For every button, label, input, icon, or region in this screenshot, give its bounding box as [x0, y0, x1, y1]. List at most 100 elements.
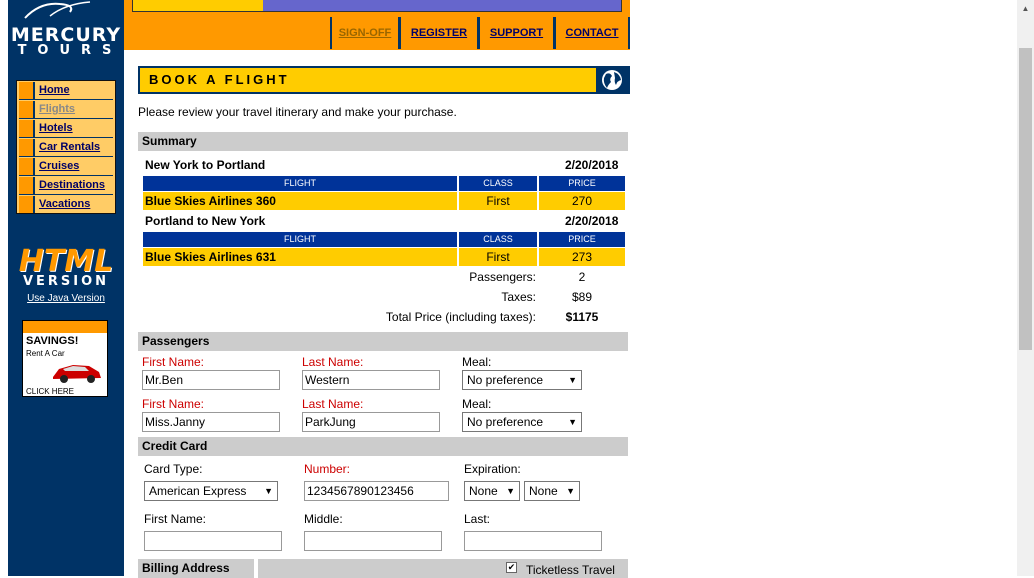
passenger1-last-input[interactable]: Western	[302, 370, 440, 390]
nav-flights-link[interactable]: Flights	[39, 103, 75, 115]
passenger1-first-input[interactable]: Mr.Ben	[142, 370, 280, 390]
leg1-class: First	[459, 192, 537, 210]
credit-card-header-bar	[138, 437, 628, 456]
nav-car-rentals-link[interactable]: Car Rentals	[39, 141, 100, 153]
taxes-label: Taxes:	[501, 290, 536, 304]
banner-image	[132, 0, 622, 12]
leg2-flight: Blue Skies Airlines 631	[143, 248, 457, 266]
globe-icon	[596, 68, 628, 92]
card-type-value: American Express	[149, 484, 247, 498]
expiration-month-value: None	[469, 484, 498, 498]
leg1-date: 2/20/2018	[565, 158, 619, 172]
expiration-year-select[interactable]: None ▼	[524, 481, 580, 501]
cc-middle-name-input[interactable]	[304, 531, 442, 551]
car-rental-ad[interactable]: SAVINGS! Rent A Car CLICK HERE	[22, 320, 108, 397]
cc-last-name-input[interactable]	[464, 531, 602, 551]
passenger2-last-input[interactable]: ParkJung	[302, 412, 440, 432]
leg1-flight-col: FLIGHT	[143, 176, 457, 191]
summary-heading: Summary	[142, 134, 197, 148]
leg1-price: 270	[539, 192, 625, 210]
passenger2-first-input[interactable]: Miss.Janny	[142, 412, 280, 432]
leg2-date: 2/20/2018	[565, 214, 619, 228]
passengers-count: 2	[578, 270, 586, 284]
ad-subtitle: Rent A Car	[26, 349, 65, 358]
use-java-version-link[interactable]: Use Java Version	[8, 293, 124, 304]
sign-off-link[interactable]: SIGN-OFF	[330, 17, 399, 49]
contact-link[interactable]: CONTACT	[554, 17, 630, 49]
leg1-price-col: PRICE	[539, 176, 625, 191]
total-price-value: $1175	[565, 310, 599, 324]
cc-first-name-label: First Name:	[144, 512, 207, 526]
passenger2-meal-select[interactable]: No preference ▼	[462, 412, 582, 432]
nav-vacations-link[interactable]: Vacations	[39, 198, 90, 210]
scrollbar-thumb[interactable]	[1019, 48, 1032, 350]
nav-item-vacations[interactable]: Vacations	[19, 196, 113, 213]
ad-title: SAVINGS!	[26, 335, 79, 347]
page-title: BOOK A FLIGHT	[149, 72, 290, 87]
chevron-down-icon: ▼	[506, 486, 515, 496]
passenger2-meal-value: No preference	[467, 415, 544, 429]
taxes-value: $89	[571, 290, 593, 304]
nav-menu: Home Flights Hotels Car Rentals Cruises …	[16, 80, 116, 214]
passengers-heading: Passengers	[142, 334, 210, 348]
logo-tours[interactable]: TOURS	[8, 43, 124, 58]
chevron-down-icon: ▼	[566, 486, 575, 496]
leg1-class-col: CLASS	[459, 176, 537, 191]
leg2-class-col: CLASS	[459, 232, 537, 247]
expiration-year-value: None	[529, 484, 558, 498]
leg2-flight-col: FLIGHT	[143, 232, 457, 247]
passenger1-last-label: Last Name:	[302, 355, 364, 369]
scroll-up-icon[interactable]: ▲	[1017, 0, 1034, 17]
passenger1-first-label: First Name:	[142, 355, 205, 369]
chevron-down-icon: ▼	[568, 375, 577, 385]
card-number-input[interactable]: 1234567890123456	[304, 481, 449, 501]
nav-item-car-rentals[interactable]: Car Rentals	[19, 139, 113, 157]
nav-cruises-link[interactable]: Cruises	[39, 160, 79, 172]
expiration-label: Expiration:	[464, 462, 521, 476]
card-type-label: Card Type:	[144, 462, 203, 476]
expiration-month-select[interactable]: None ▼	[464, 481, 520, 501]
cc-middle-name-label: Middle:	[304, 512, 343, 526]
billing-heading: Billing Address	[142, 561, 230, 575]
card-type-select[interactable]: American Express ▼	[144, 481, 278, 501]
chevron-down-icon: ▼	[568, 417, 577, 427]
leg2-class: First	[459, 248, 537, 266]
total-price-label: Total Price (including taxes):	[385, 310, 536, 324]
leg2-price: 273	[539, 248, 625, 266]
passenger1-meal-select[interactable]: No preference ▼	[462, 370, 582, 390]
nav-item-cruises[interactable]: Cruises	[19, 158, 113, 176]
register-link[interactable]: REGISTER	[399, 17, 478, 49]
version-label: VERSION	[22, 274, 110, 289]
nav-hotels-link[interactable]: Hotels	[39, 122, 73, 134]
passenger2-meal-label: Meal:	[462, 397, 492, 411]
passenger2-last-label: Last Name:	[302, 397, 364, 411]
credit-card-heading: Credit Card	[142, 439, 208, 453]
passenger1-meal-label: Meal:	[462, 355, 492, 369]
passengers-count-label: Passengers:	[469, 270, 536, 284]
ticketless-label: Ticketless Travel	[526, 563, 615, 577]
nav-destinations-link[interactable]: Destinations	[39, 179, 105, 191]
logo-swoosh-icon	[24, 1, 91, 19]
cc-last-name-label: Last:	[464, 512, 491, 526]
intro-text: Please review your travel itinerary and …	[138, 105, 457, 119]
passenger1-meal-value: No preference	[467, 373, 544, 387]
support-link[interactable]: SUPPORT	[478, 17, 554, 49]
cc-first-name-input[interactable]	[144, 531, 282, 551]
nav-item-home[interactable]: Home	[19, 82, 113, 100]
leg1-route: New York to Portland	[145, 158, 266, 172]
leg1-flight: Blue Skies Airlines 360	[143, 192, 457, 210]
nav-item-flights[interactable]: Flights	[19, 101, 113, 119]
nav-item-destinations[interactable]: Destinations	[19, 177, 113, 195]
nav-home-link[interactable]: Home	[39, 84, 70, 96]
card-number-label: Number:	[304, 462, 351, 476]
car-icon	[53, 365, 101, 383]
chevron-down-icon: ▼	[264, 486, 273, 496]
passenger2-first-label: First Name:	[142, 397, 205, 411]
ad-cta: CLICK HERE	[26, 387, 75, 396]
nav-item-hotels[interactable]: Hotels	[19, 120, 113, 138]
passengers-header-bar	[138, 332, 628, 351]
leg2-price-col: PRICE	[539, 232, 625, 247]
summary-header-bar	[138, 132, 628, 151]
leg2-route: Portland to New York	[145, 214, 266, 228]
ticketless-checkbox[interactable]: ✔	[506, 562, 517, 573]
